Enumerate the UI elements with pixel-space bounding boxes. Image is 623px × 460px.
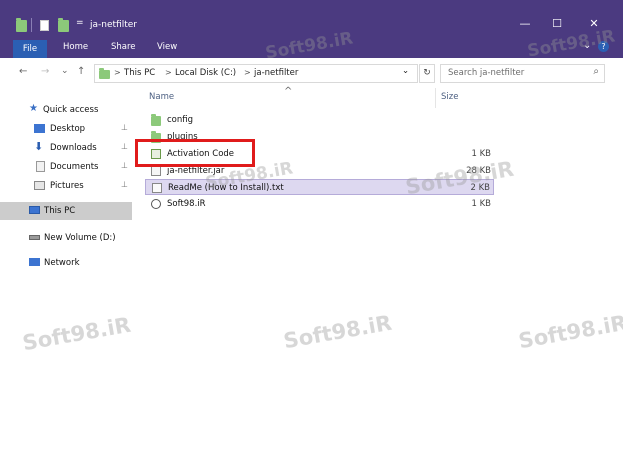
address-bar-row: ← → ⌄ ↑ > This PC > Local Disk (C:) > ja… xyxy=(0,58,623,89)
file-name: ReadMe (How to Install).txt xyxy=(168,183,284,193)
pin-icon[interactable]: ⊥ xyxy=(121,161,128,170)
shortcut-icon xyxy=(151,199,161,209)
sidebar-item-label: Documents xyxy=(50,162,99,172)
breadcrumb-separator: > xyxy=(165,68,172,77)
tab-view[interactable]: View xyxy=(157,42,177,52)
desktop-icon xyxy=(34,124,45,133)
sidebar-item-label: New Volume (D:) xyxy=(44,233,116,243)
sidebar-item-label: Quick access xyxy=(43,105,99,115)
sidebar-item-label: This PC xyxy=(44,206,76,216)
folder-icon xyxy=(16,18,27,32)
sidebar-item-desktop[interactable]: Desktop ⊥ xyxy=(0,120,132,138)
sort-indicator-icon: ^ xyxy=(284,86,293,97)
file-row-soft98[interactable]: Soft98.iR 1 KB xyxy=(145,196,494,212)
sidebar-item-label: Desktop xyxy=(50,124,86,134)
sidebar-item-this-pc[interactable]: This PC xyxy=(0,202,132,220)
sidebar-item-documents[interactable]: Documents ⊥ xyxy=(0,158,132,176)
breadcrumb-ja-netfilter[interactable]: ja-netfilter xyxy=(254,68,298,78)
pictures-icon xyxy=(34,181,45,190)
expand-ribbon-icon[interactable]: ⌄ xyxy=(583,40,591,51)
file-size: 28 KB xyxy=(466,166,491,176)
star-icon: ★ xyxy=(29,103,38,114)
forward-icon[interactable]: → xyxy=(41,66,49,77)
ribbon-tabs: File Home Share View ⌄ ? xyxy=(0,38,623,58)
drive-icon xyxy=(29,235,40,240)
pin-icon[interactable]: ⊥ xyxy=(121,180,128,189)
window-title: ja-netfilter xyxy=(90,20,137,30)
file-size: 2 KB xyxy=(470,183,490,193)
file-size: 1 KB xyxy=(471,199,491,209)
breadcrumb-separator: > xyxy=(244,68,251,77)
file-row-readme[interactable]: ReadMe (How to Install).txt 2 KB xyxy=(145,179,494,195)
highlight-box xyxy=(135,139,255,167)
sidebar-item-new-volume[interactable]: New Volume (D:) xyxy=(0,229,132,247)
up-icon[interactable]: ↑ xyxy=(77,66,85,77)
explorer-window: = ja-netfilter — ☐ ✕ File Home Share Vie… xyxy=(0,0,623,373)
breadcrumb-this-pc[interactable]: This PC xyxy=(124,68,155,78)
properties-icon[interactable] xyxy=(40,20,49,31)
tab-file[interactable]: File xyxy=(13,40,47,58)
breadcrumb-local-disk[interactable]: Local Disk (C:) xyxy=(175,68,236,78)
maximize-button[interactable]: ☐ xyxy=(547,16,567,32)
search-input[interactable]: Search ja-netfilter ⌕ xyxy=(440,64,605,83)
column-divider[interactable] xyxy=(435,88,436,108)
folder-icon xyxy=(99,68,110,79)
search-placeholder: Search ja-netfilter xyxy=(448,68,525,78)
tab-share[interactable]: Share xyxy=(111,42,136,52)
network-icon xyxy=(29,258,40,266)
title-bar: = ja-netfilter — ☐ ✕ xyxy=(0,0,623,38)
pin-icon[interactable]: ⊥ xyxy=(121,123,128,132)
breadcrumb-separator: > xyxy=(114,68,121,77)
sidebar-item-network[interactable]: Network xyxy=(0,254,132,272)
column-header-size[interactable]: Size xyxy=(441,92,458,102)
text-file-icon xyxy=(152,183,162,193)
documents-icon xyxy=(36,161,45,172)
computer-icon xyxy=(29,206,40,214)
file-row-config[interactable]: config xyxy=(145,112,494,128)
tab-home[interactable]: Home xyxy=(63,42,88,52)
new-folder-icon[interactable] xyxy=(58,18,69,32)
customize-toolbar-icon[interactable]: = xyxy=(76,18,84,30)
file-size: 1 KB xyxy=(471,149,491,159)
file-list: Name ^ Size config plugins Activation Co… xyxy=(132,86,623,373)
recent-locations-icon[interactable]: ⌄ xyxy=(61,66,69,76)
search-icon[interactable]: ⌕ xyxy=(593,66,599,77)
file-name: Soft98.iR xyxy=(167,199,206,209)
file-name: config xyxy=(167,115,194,125)
sidebar-item-label: Pictures xyxy=(50,181,84,191)
file-name: ja-netfilter.jar xyxy=(167,166,225,176)
address-dropdown-icon[interactable]: ⌄ xyxy=(402,66,409,76)
jar-file-icon xyxy=(151,166,161,176)
refresh-button[interactable]: ↻ xyxy=(419,64,435,83)
sidebar-item-label: Network xyxy=(44,258,80,268)
address-bar[interactable]: > This PC > Local Disk (C:) > ja-netfilt… xyxy=(94,64,418,83)
close-button[interactable]: ✕ xyxy=(584,16,604,32)
pin-icon[interactable]: ⊥ xyxy=(121,142,128,151)
divider xyxy=(31,18,32,32)
sidebar-item-downloads[interactable]: ⬇ Downloads ⊥ xyxy=(0,139,132,157)
sidebar-item-quick-access[interactable]: ★ Quick access xyxy=(0,101,132,119)
folder-icon xyxy=(151,114,161,126)
navigation-pane: ★ Quick access Desktop ⊥ ⬇ Downloads ⊥ D… xyxy=(0,88,132,373)
column-header-name[interactable]: Name xyxy=(149,92,174,102)
help-icon[interactable]: ? xyxy=(598,41,609,52)
back-icon[interactable]: ← xyxy=(19,66,27,77)
sidebar-item-pictures[interactable]: Pictures ⊥ xyxy=(0,177,132,195)
sidebar-item-label: Downloads xyxy=(50,143,97,153)
minimize-button[interactable]: — xyxy=(515,16,535,32)
download-icon: ⬇ xyxy=(34,140,44,153)
